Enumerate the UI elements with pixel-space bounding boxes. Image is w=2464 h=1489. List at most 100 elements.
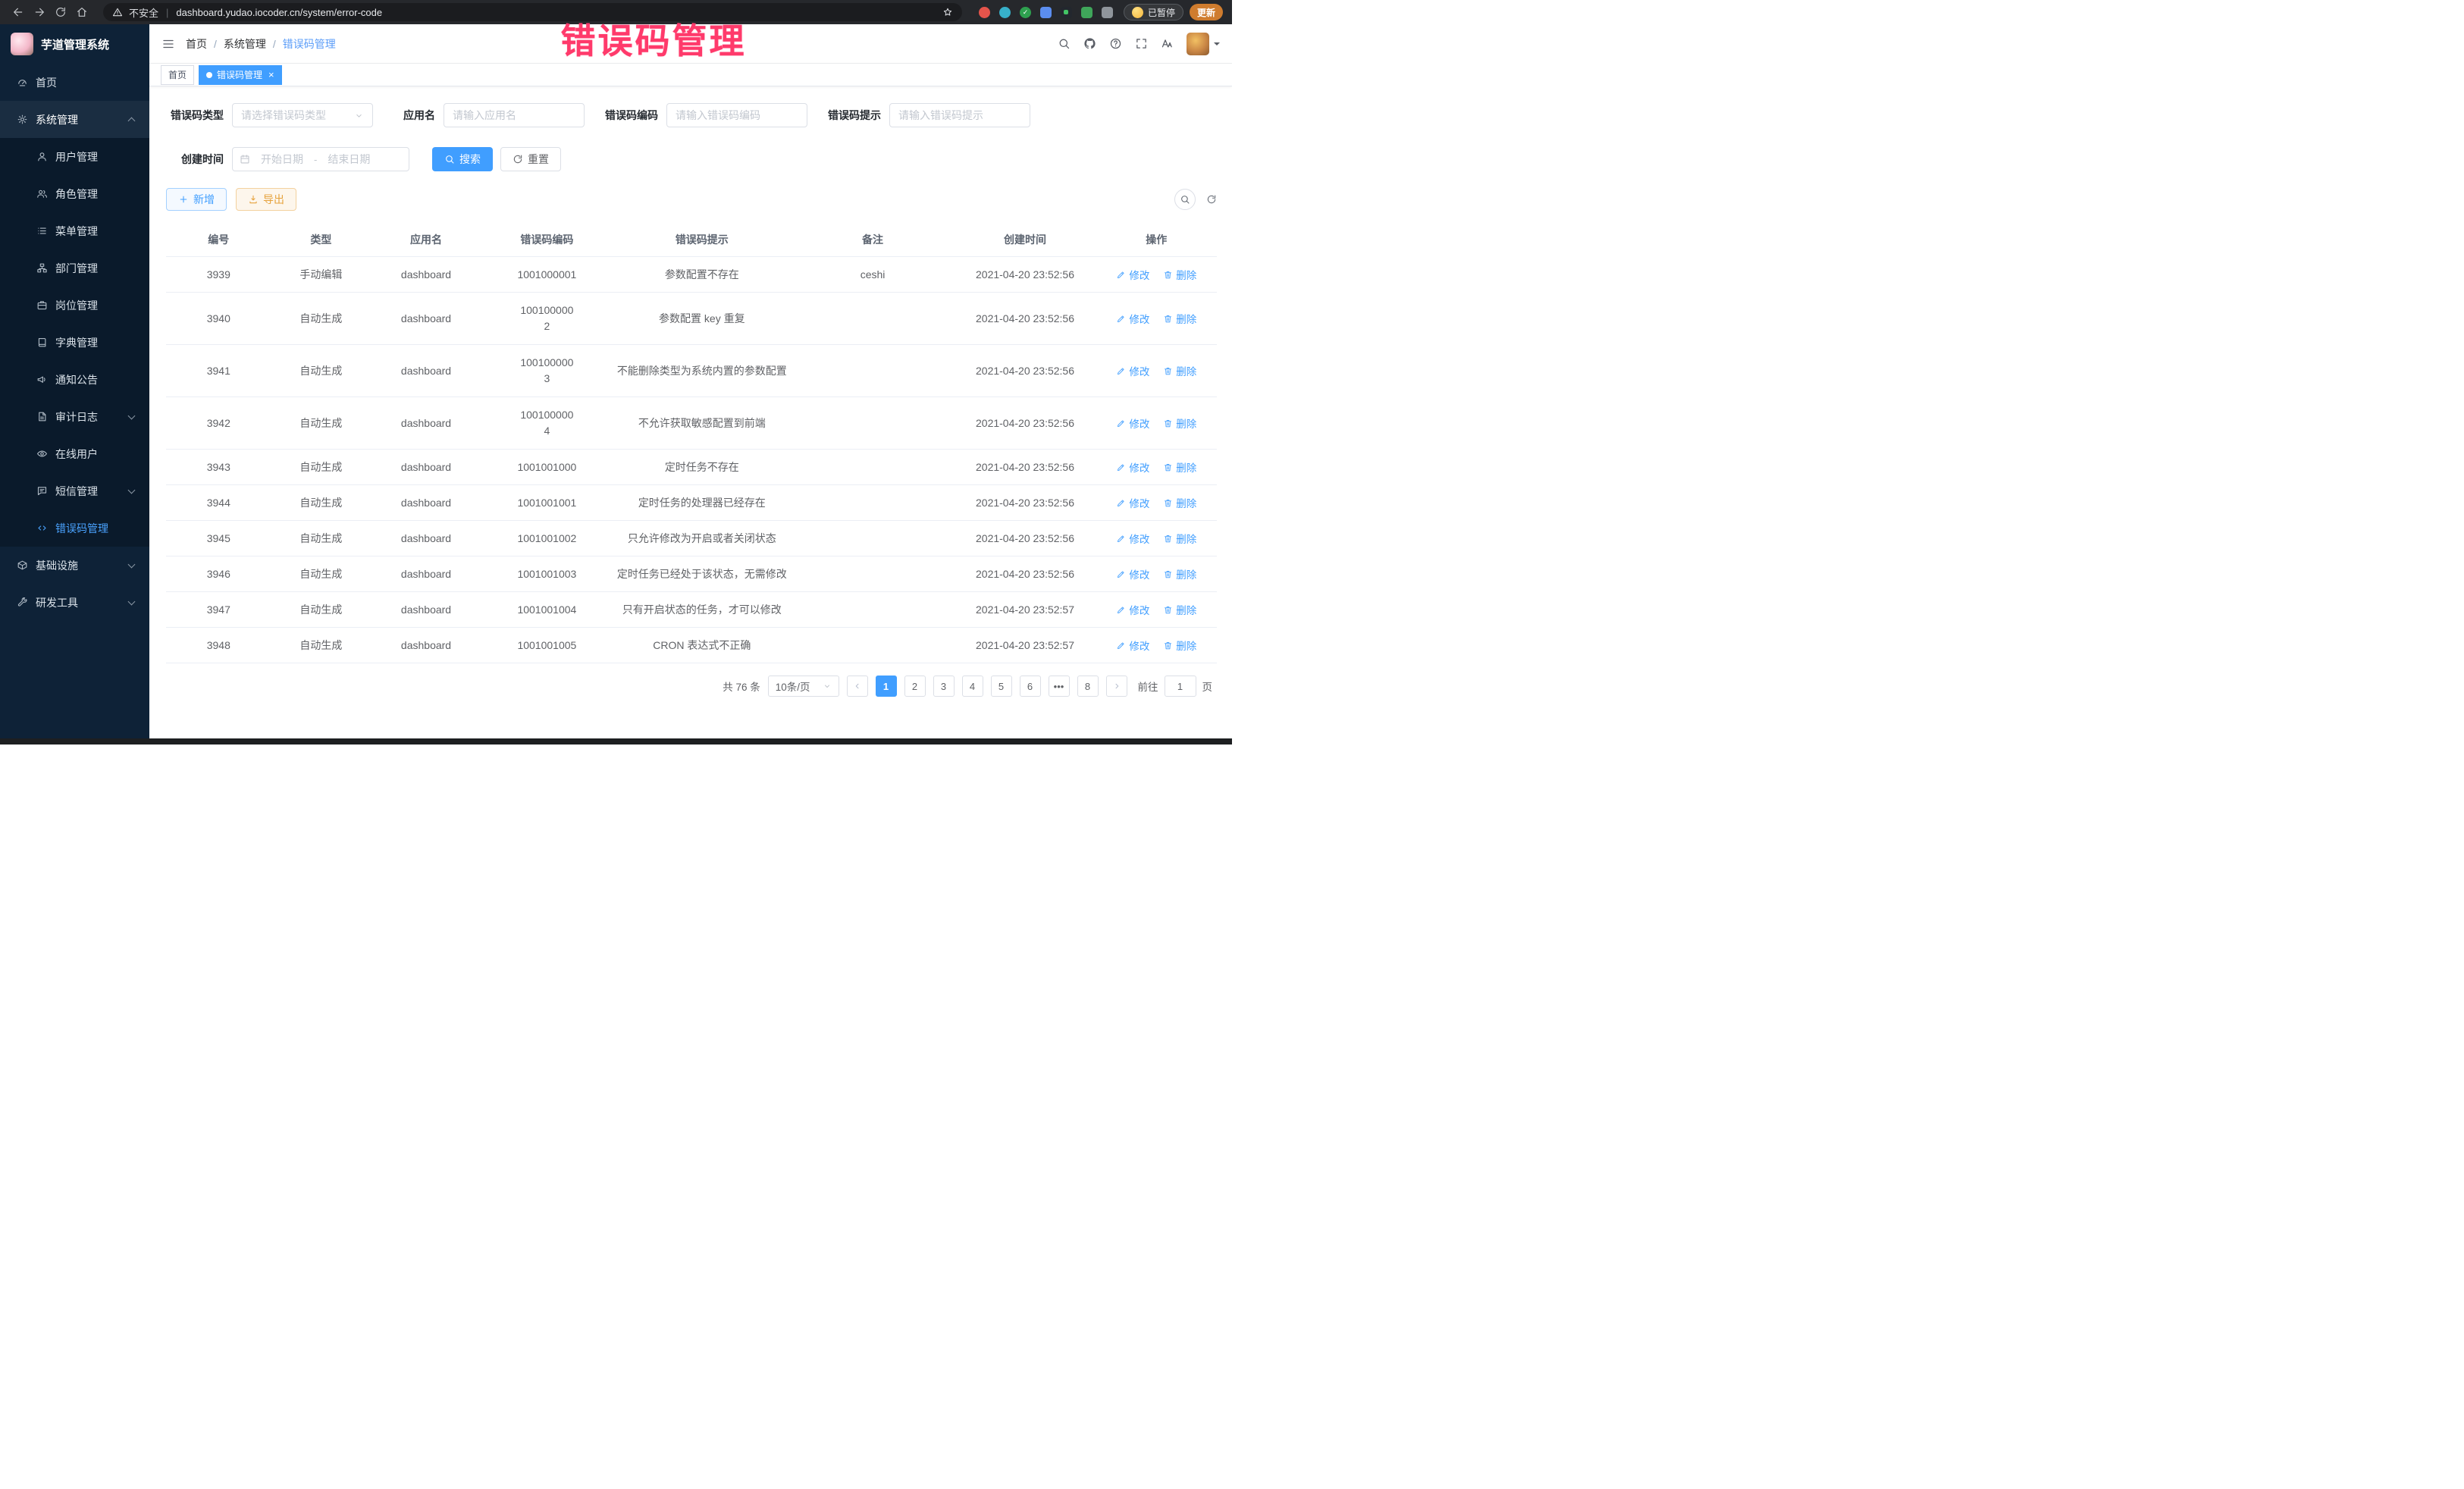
puzzle-icon[interactable] (1102, 7, 1113, 18)
blocks-icon[interactable] (1040, 7, 1052, 18)
page-button[interactable]: 8 (1077, 676, 1099, 697)
sidebar-item[interactable]: 错误码管理 (0, 509, 149, 547)
breadcrumb-home[interactable]: 首页 (186, 36, 207, 52)
cell-time: 2021-04-20 23:52:56 (954, 485, 1096, 521)
app-input[interactable] (444, 103, 585, 127)
delete-link[interactable]: 删除 (1163, 566, 1196, 581)
edit-link[interactable]: 修改 (1116, 311, 1149, 326)
start-date-input[interactable] (253, 153, 311, 165)
browser-update-button[interactable]: 更新 (1190, 4, 1223, 20)
end-date-input[interactable] (320, 153, 378, 165)
sidebar-collapse-icon[interactable] (161, 37, 175, 51)
toggle-search-button[interactable] (1174, 189, 1196, 210)
page-size-value: 10条/页 (776, 679, 810, 694)
export-button[interactable]: 导出 (236, 188, 296, 211)
goto-page-input[interactable] (1165, 676, 1196, 697)
date-range-picker[interactable]: - (232, 147, 409, 171)
edit-link[interactable]: 修改 (1116, 638, 1149, 653)
search-button[interactable]: 搜索 (432, 147, 493, 171)
question-icon[interactable] (1109, 37, 1122, 50)
cell-type: 自动生成 (271, 450, 371, 485)
sidebar-item[interactable]: 通知公告 (0, 361, 149, 398)
sidebar-item[interactable]: 在线用户 (0, 435, 149, 472)
sidebar-item[interactable]: 菜单管理 (0, 212, 149, 249)
tag-item[interactable]: 首页 (161, 65, 194, 85)
type-select[interactable]: 请选择错误码类型 (232, 103, 373, 127)
cell-actions: 修改 删除 (1096, 485, 1217, 521)
table-header-row: 编号 类型 应用名 错误码编码 错误码提示 备注 创建时间 操作 (166, 223, 1217, 257)
sidebar-item[interactable]: 短信管理 (0, 472, 149, 509)
github-icon[interactable] (1083, 37, 1096, 50)
edit-link[interactable]: 修改 (1116, 566, 1149, 581)
page-button[interactable]: 4 (962, 676, 983, 697)
cell-hint: 不能删除类型为系统内置的参数配置 (613, 345, 792, 397)
page-button[interactable]: 5 (991, 676, 1012, 697)
fullscreen-icon[interactable] (1135, 37, 1148, 50)
sidebar-item[interactable]: 部门管理 (0, 249, 149, 287)
delete-link[interactable]: 删除 (1163, 638, 1196, 653)
delete-link[interactable]: 删除 (1163, 363, 1196, 378)
sidebar-item[interactable]: 研发工具 (0, 584, 149, 621)
edit-link[interactable]: 修改 (1116, 531, 1149, 546)
page-button[interactable]: 6 (1020, 676, 1041, 697)
refresh-table-button[interactable] (1206, 194, 1217, 205)
sidebar-item[interactable]: 基础设施 (0, 547, 149, 584)
delete-link[interactable]: 删除 (1163, 311, 1196, 326)
leaf-icon[interactable] (1081, 7, 1092, 18)
delete-link[interactable]: 删除 (1163, 495, 1196, 510)
delete-link[interactable]: 删除 (1163, 531, 1196, 546)
sidebar-item[interactable]: 系统管理 (0, 101, 149, 138)
edit-link[interactable]: 修改 (1116, 363, 1149, 378)
sidebar-item[interactable]: 审计日志 (0, 398, 149, 435)
edit-link[interactable]: 修改 (1116, 415, 1149, 431)
sidebar-item[interactable]: 岗位管理 (0, 287, 149, 324)
security-label: 不安全 (129, 5, 158, 20)
back-icon[interactable] (9, 3, 27, 21)
refresh-icon[interactable] (52, 3, 70, 21)
delete-link[interactable]: 删除 (1163, 267, 1196, 282)
on-icon[interactable] (1061, 7, 1072, 18)
edit-link[interactable]: 修改 (1116, 459, 1149, 475)
record-icon[interactable] (979, 7, 990, 18)
fontsize-icon[interactable] (1161, 37, 1174, 50)
drop-icon[interactable] (999, 7, 1011, 18)
page-button[interactable]: 1 (876, 676, 897, 697)
sidebar-item[interactable]: 用户管理 (0, 138, 149, 175)
sidebar-item-label: 审计日志 (55, 409, 98, 425)
page-button[interactable]: 3 (933, 676, 955, 697)
code-input[interactable] (666, 103, 807, 127)
next-page-button[interactable] (1106, 676, 1127, 697)
delete-link[interactable]: 删除 (1163, 602, 1196, 617)
page-button[interactable]: ••• (1049, 676, 1070, 697)
page-button[interactable]: 2 (904, 676, 926, 697)
breadcrumb-system[interactable]: 系统管理 (224, 36, 266, 52)
edit-link[interactable]: 修改 (1116, 602, 1149, 617)
sidebar-item[interactable]: 首页 (0, 64, 149, 101)
app-logo[interactable]: 芋道管理系统 (0, 24, 149, 64)
profile-paused-badge[interactable]: 已暂停 (1124, 4, 1183, 20)
column-header: 操作 (1096, 223, 1217, 257)
search-icon[interactable] (1058, 37, 1071, 50)
prev-page-button[interactable] (847, 676, 868, 697)
edit-link[interactable]: 修改 (1116, 495, 1149, 510)
check-icon[interactable] (1020, 7, 1031, 18)
sidebar-item[interactable]: 角色管理 (0, 175, 149, 212)
reset-button[interactable]: 重置 (500, 147, 561, 171)
address-bar[interactable]: 不安全 | dashboard.yudao.iocoder.cn/system/… (103, 3, 962, 21)
home-icon[interactable] (73, 3, 91, 21)
delete-link[interactable]: 删除 (1163, 415, 1196, 431)
user-menu[interactable] (1187, 33, 1220, 55)
cell-remark (792, 345, 955, 397)
hint-input[interactable] (889, 103, 1030, 127)
forward-icon[interactable] (30, 3, 49, 21)
close-icon[interactable]: × (268, 70, 274, 80)
sidebar-item-label: 岗位管理 (55, 298, 98, 313)
bookmark-star-icon[interactable] (942, 7, 953, 17)
breadcrumb: 首页 / 系统管理 / 错误码管理 (186, 36, 336, 52)
sidebar-item[interactable]: 字典管理 (0, 324, 149, 361)
edit-link[interactable]: 修改 (1116, 267, 1149, 282)
add-button[interactable]: 新增 (166, 188, 227, 211)
delete-link[interactable]: 删除 (1163, 459, 1196, 475)
page-size-select[interactable]: 10条/页 (768, 676, 839, 697)
tag-item[interactable]: 错误码管理 × (199, 65, 282, 85)
